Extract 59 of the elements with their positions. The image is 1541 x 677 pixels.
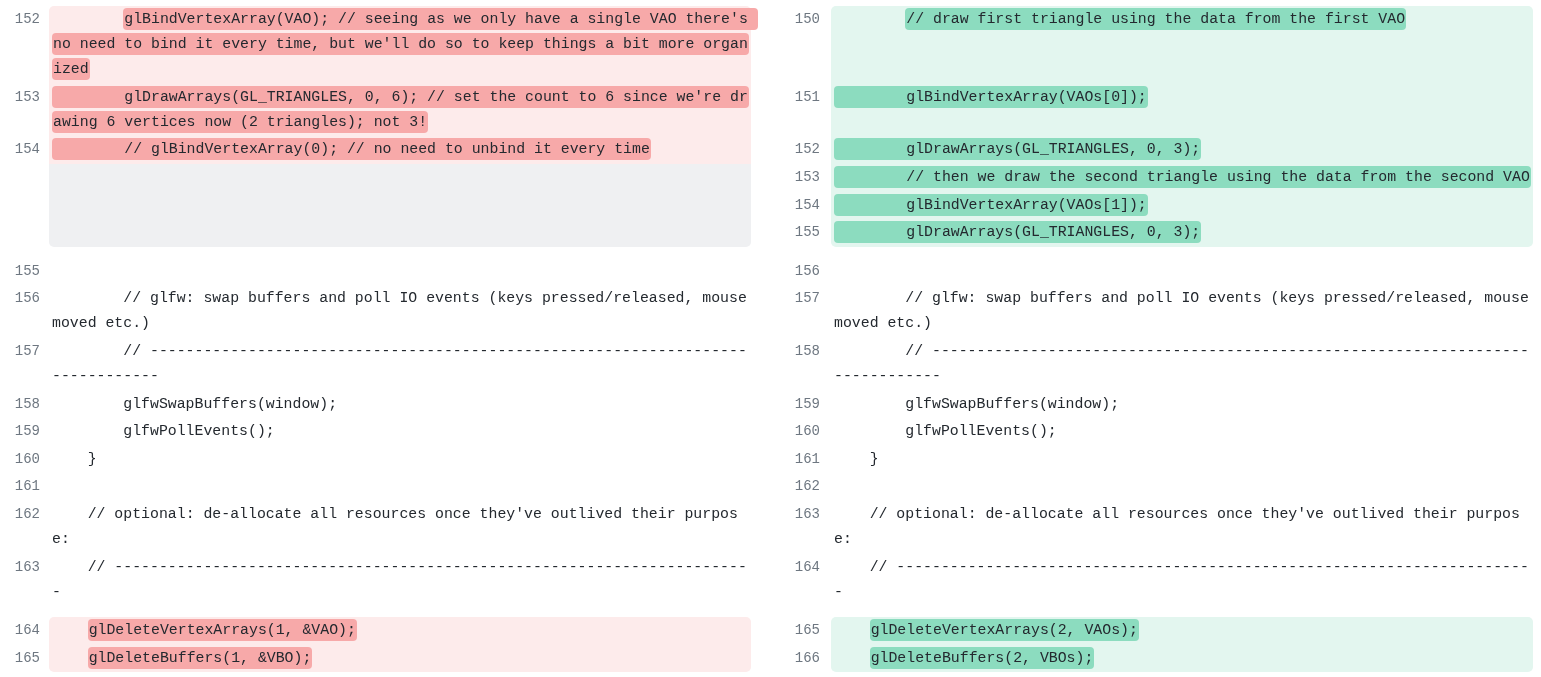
line-number: 152 [793, 140, 821, 160]
line-number: 153 [793, 168, 821, 188]
removed-code: no need to bind it every time, but we'll do so to keep things a bit more organ [52, 33, 749, 56]
line-number: 164 [13, 621, 41, 641]
removed-code: // glBindVertexArray(0); // no need to unbind it every time [52, 138, 651, 161]
removed-code: glDeleteBuffers(1, &VBO); [87, 646, 313, 669]
added-code: glDeleteVertexArrays(2, VAOs); [869, 619, 1139, 642]
code-text: // optional: de-allocate all resources once they've outlived their purpose: [834, 506, 1520, 547]
line-number: 159 [793, 394, 821, 414]
line-number: 162 [793, 477, 821, 497]
line-number: 165 [793, 621, 821, 641]
added-code: glBindVertexArray(VAOs[1]); [834, 193, 1148, 216]
code-text: // ------------------------------------------------------------------------ [834, 558, 1529, 600]
removed-code: ized [52, 58, 90, 81]
line-number: 154 [793, 195, 821, 215]
removed-code: awing 6 vertices now (2 triangles); not 3! [52, 110, 429, 133]
removed-code: glDeleteVertexArrays(1, &VAO); [87, 619, 357, 642]
line-number: 161 [793, 449, 821, 469]
line-number: 160 [793, 422, 821, 442]
code-text: // ------------------------------------------------------------------------ [52, 558, 747, 600]
line-number: 165 [13, 648, 41, 668]
line-number: 158 [793, 342, 821, 362]
code-text: glfwPollEvents(); [122, 423, 275, 440]
line-number: 159 [13, 422, 41, 442]
line-number: 166 [793, 648, 821, 668]
line-number: 158 [13, 394, 41, 414]
added-code: // then we draw the second triangle using the data from the second VAO [834, 166, 1531, 189]
line-number: 161 [13, 477, 41, 497]
line-number: 155 [13, 261, 41, 281]
line-number: 156 [13, 289, 41, 309]
code-text: glfwSwapBuffers(window); [122, 395, 338, 412]
code-text: } [868, 450, 879, 467]
line-number: 157 [13, 342, 41, 362]
line-number: 162 [13, 505, 41, 524]
code-text: glfwSwapBuffers(window); [904, 395, 1120, 412]
added-code: glDrawArrays(GL_TRIANGLES, 0, 3); [834, 221, 1202, 244]
line-number: 157 [793, 289, 821, 309]
line-number: 156 [793, 261, 821, 281]
line-number: 153 [13, 87, 41, 107]
added-code: glDrawArrays(GL_TRIANGLES, 0, 3); [834, 138, 1202, 161]
line-number: 163 [13, 557, 41, 577]
line-number: 154 [13, 140, 41, 160]
line-number: 160 [13, 449, 41, 469]
code-text: // glfw: swap buffers and poll IO events (keys pressed/released, mouse moved etc.) [52, 290, 748, 332]
added-code: // draw first triangle using the data from the first VAO [905, 8, 1407, 31]
removed-code: glDrawArrays(GL_TRIANGLES, 0, 6); // set the count to 6 since we're dr [52, 85, 749, 108]
removed-code: glBindVertexArray(VAO); // seeing as we only have a single VAO there's [123, 8, 758, 31]
added-code: glDeleteBuffers(2, VBOs); [869, 646, 1095, 669]
code-text: // glfw: swap buffers and poll IO events (keys pressed/released, mouse moved etc.) [834, 290, 1530, 332]
added-code: glBindVertexArray(VAOs[0]); [834, 85, 1148, 108]
line-number: 155 [793, 223, 821, 243]
line-number: 150 [793, 10, 821, 30]
line-number: 152 [13, 10, 41, 30]
line-number: 151 [793, 87, 821, 107]
line-number: 163 [793, 505, 821, 524]
code-text: // optional: de-allocate all resources once they've outlived their purpose: [52, 506, 738, 547]
line-number: 164 [793, 557, 821, 577]
code-text: } [86, 450, 97, 467]
code-text: glfwPollEvents(); [904, 423, 1057, 440]
